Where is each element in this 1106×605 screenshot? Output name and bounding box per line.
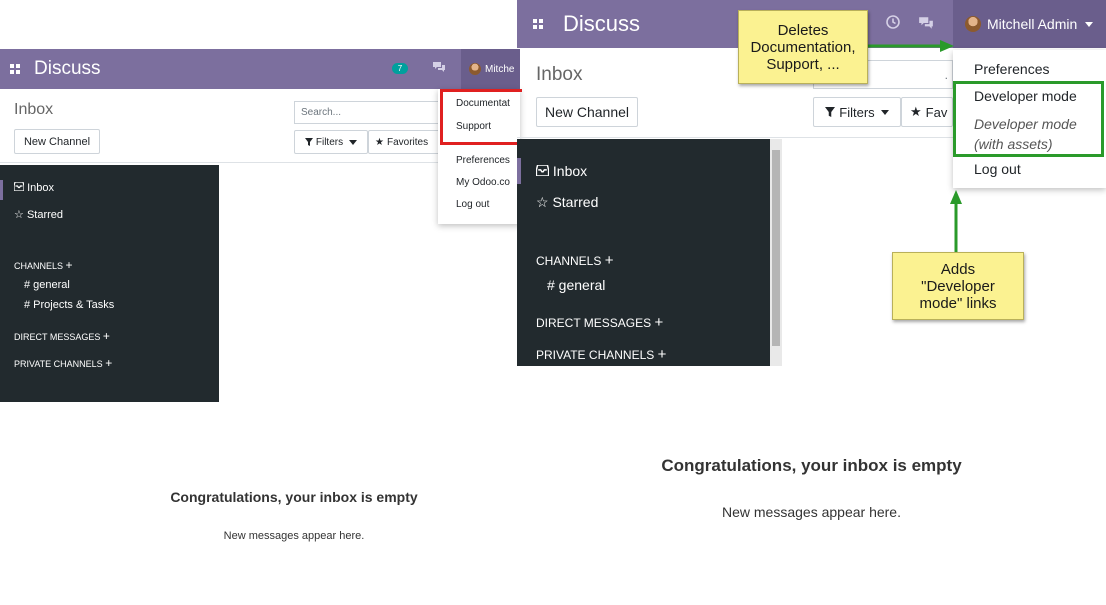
funnel-icon (304, 138, 313, 146)
note-line: "Developer (921, 277, 995, 295)
sidebar-scrollbar-thumb[interactable] (772, 150, 780, 346)
category-label: CHANNELS (14, 261, 64, 271)
clock-icon[interactable] (885, 14, 901, 35)
empty-inbox-subtitle: New messages appear here. (223, 530, 365, 542)
menu-item-preferences[interactable]: Preferences (456, 155, 510, 166)
added-items-highlight (953, 81, 1104, 157)
channel-item-projects[interactable]: # Projects & Tasks (24, 299, 114, 311)
app-title[interactable]: Discuss (563, 11, 640, 37)
empty-inbox-subtitle: New messages appear here. (722, 504, 901, 520)
avatar (965, 16, 981, 32)
star-outline-icon: ☆ (14, 209, 24, 221)
user-name: Mitche (485, 63, 515, 75)
app-title[interactable]: Discuss (34, 58, 101, 80)
sidebar-category-private-channels[interactable]: PRIVATE CHANNELS + (14, 356, 201, 370)
caret-down-icon (1085, 21, 1094, 27)
new-channel-button[interactable]: New Channel (536, 97, 638, 127)
sidebar-category-private-channels[interactable]: PRIVATE CHANNELS + (536, 346, 748, 363)
sidebar-item-label: Inbox (552, 163, 588, 179)
sidebar-item-starred[interactable]: ☆ Starred (14, 208, 63, 221)
caret-down-icon (349, 139, 358, 145)
empty-inbox-title: Congratulations, your inbox is empty (661, 456, 962, 475)
sidebar-category-channels[interactable]: CHANNELS + (536, 252, 748, 269)
removed-items-highlight (440, 89, 522, 145)
sidebar-item-inbox[interactable]: Inbox (535, 163, 588, 179)
sidebar-item-starred[interactable]: ☆ Starred (536, 194, 598, 211)
filters-label: Filters (315, 136, 344, 148)
inbox-tray-icon (535, 164, 550, 177)
breadcrumb: Inbox (14, 101, 54, 118)
funnel-icon (825, 107, 836, 117)
sidebar-category-channels[interactable]: CHANNELS + (14, 258, 201, 272)
category-label: PRIVATE CHANNELS (536, 348, 655, 362)
channel-item-general[interactable]: # general (547, 277, 605, 293)
note-line: mode" links (919, 294, 997, 312)
plus-icon[interactable]: + (66, 258, 73, 272)
apps-grid-icon[interactable] (10, 64, 20, 74)
note-line: Documentation, (750, 38, 856, 56)
plus-icon[interactable]: + (658, 346, 667, 363)
plus-icon[interactable]: + (605, 252, 614, 269)
favorites-button[interactable]: ★ Fav (901, 97, 953, 127)
star-filled-icon: ★ (910, 104, 922, 119)
favorites-button[interactable]: ★ Favorites (368, 130, 440, 154)
note-adds: Adds "Developer mode" links (892, 252, 1024, 320)
plus-icon[interactable]: + (654, 314, 663, 331)
chat-bubbles-icon[interactable] (918, 15, 934, 36)
menu-item-preferences[interactable]: Preferences (974, 61, 1049, 77)
menu-item-log-out[interactable]: Log out (456, 199, 489, 210)
conversations-badge[interactable]: 7 (392, 63, 408, 74)
breadcrumb: Inbox (536, 64, 583, 85)
favorites-label: Fav (925, 104, 948, 120)
badge-count: 7 (397, 64, 403, 73)
sidebar-item-label: Inbox (27, 182, 54, 194)
note-line: Adds (940, 260, 976, 278)
inbox-active-marker (517, 158, 521, 184)
category-label: CHANNELS (536, 254, 602, 268)
note-line: Deletes (777, 21, 829, 39)
sidebar-item-inbox[interactable]: Inbox (13, 181, 54, 194)
sidebar-category-direct-messages[interactable]: DIRECT MESSAGES + (536, 314, 748, 331)
category-label: DIRECT MESSAGES (14, 332, 101, 342)
user-menu-toggle[interactable]: Mitchell Admin (953, 0, 1106, 48)
menu-item-log-out[interactable]: Log out (974, 161, 1021, 177)
filters-button[interactable]: Filters (294, 130, 368, 154)
note-deletes: Deletes Documentation, Support, ... (738, 10, 868, 84)
star-filled-icon: ★ (375, 136, 384, 148)
user-name: Mitchell Admin (987, 16, 1078, 32)
menu-item-my-odoo[interactable]: My Odoo.co (456, 177, 510, 188)
favorites-label: Favorites (386, 136, 429, 148)
search-input[interactable]: Search... (294, 101, 440, 124)
left-screenshot: Discuss 7 Mitche Inbox New Channel Searc… (0, 0, 522, 605)
filters-button[interactable]: Filters (813, 97, 901, 127)
sidebar-item-label: Starred (26, 209, 64, 221)
empty-inbox-title: Congratulations, your inbox is empty (170, 489, 418, 505)
plus-icon[interactable]: + (105, 356, 112, 370)
note-line: Support, ... (766, 55, 840, 73)
avatar (469, 63, 481, 75)
apps-grid-icon[interactable] (533, 19, 543, 29)
filters-label: Filters (839, 104, 875, 120)
sidebar-item-label: Starred (552, 194, 599, 210)
user-menu-toggle[interactable]: Mitche (461, 49, 520, 89)
category-label: DIRECT MESSAGES (536, 316, 652, 330)
inbox-tray-icon (13, 181, 25, 192)
caret-down-icon (880, 109, 889, 115)
new-channel-button[interactable]: New Channel (14, 129, 100, 154)
inbox-active-marker (0, 180, 3, 200)
plus-icon[interactable]: + (103, 329, 110, 343)
star-outline-icon: ☆ (536, 194, 549, 210)
chat-bubbles-icon[interactable] (432, 60, 446, 79)
sidebar-category-direct-messages[interactable]: DIRECT MESSAGES + (14, 329, 201, 343)
category-label: PRIVATE CHANNELS (14, 359, 103, 369)
channel-item-general[interactable]: # general (24, 279, 70, 291)
